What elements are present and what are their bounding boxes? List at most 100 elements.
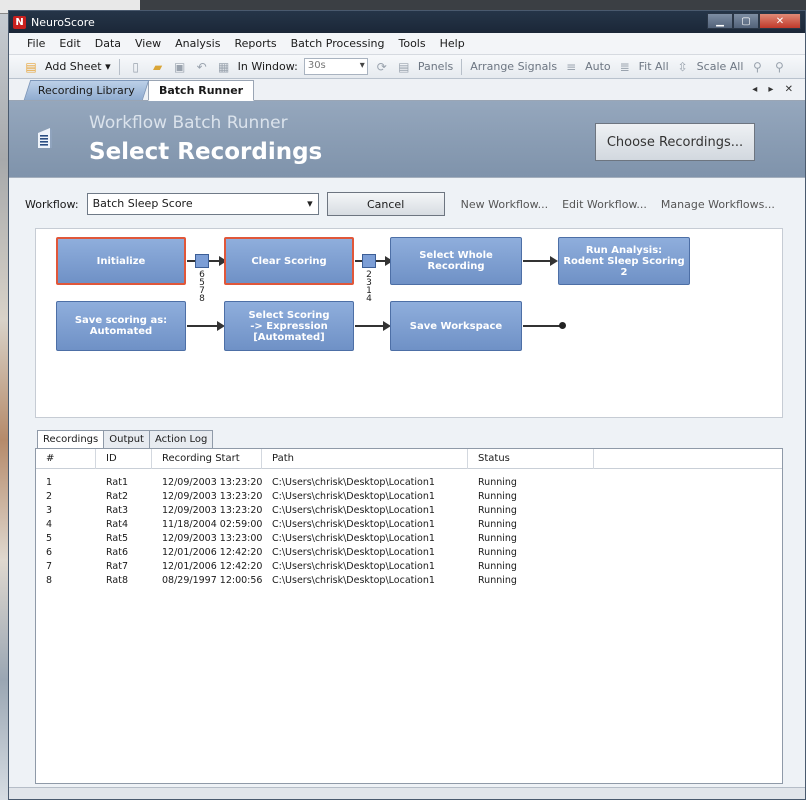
node-select-whole-recording[interactable]: Select Whole Recording bbox=[390, 237, 522, 285]
node-clear-scoring[interactable]: Clear Scoring bbox=[224, 237, 354, 285]
menu-bar: File Edit Data View Analysis Reports Bat… bbox=[9, 33, 805, 55]
cell-number: 3 bbox=[46, 504, 53, 516]
auto-icon[interactable]: ≡ bbox=[563, 59, 579, 75]
scale-all-icon[interactable]: ⇳ bbox=[675, 59, 691, 75]
cell-number: 6 bbox=[46, 546, 53, 558]
table-body: 1 Rat1 12/09/2003 13:23:20 C:\Users\chrisk\… bbox=[36, 469, 782, 587]
cancel-button[interactable]: Cancel bbox=[326, 192, 445, 216]
menu-data[interactable]: Data bbox=[95, 37, 121, 50]
auto-button[interactable]: Auto bbox=[585, 60, 611, 73]
node-save-workspace[interactable]: Save Workspace bbox=[390, 301, 522, 351]
tab-recordings[interactable]: Recordings bbox=[37, 430, 105, 449]
table-row[interactable]: 5 Rat5 12/09/2003 13:23:00 C:\Users\chrisk\… bbox=[36, 531, 782, 545]
table-row[interactable]: 4 Rat4 11/18/2004 02:59:00 C:\Users\chrisk\… bbox=[36, 517, 782, 531]
arrange-signals-button[interactable]: Arrange Signals bbox=[470, 60, 557, 73]
edit-workflow-link[interactable]: Edit Workflow... bbox=[562, 198, 647, 211]
cell-path: C:\Users\chrisk\Desktop\Location1 bbox=[272, 546, 435, 558]
port-label: 4 bbox=[366, 294, 372, 304]
column-header-path[interactable]: Path bbox=[262, 448, 468, 469]
column-header-id[interactable]: ID bbox=[96, 448, 152, 469]
cell-status: Running bbox=[478, 518, 517, 530]
binoculars-next-icon[interactable]: ⚲ bbox=[771, 59, 787, 75]
choose-recordings-button[interactable]: Choose Recordings... bbox=[595, 123, 755, 161]
minimize-icon[interactable]: ▁ bbox=[707, 13, 733, 29]
column-header-number[interactable]: # bbox=[36, 448, 96, 469]
tab-recording-library-label: Recording Library bbox=[37, 84, 135, 97]
panels-button[interactable]: Panels bbox=[418, 60, 453, 73]
cell-status: Running bbox=[478, 574, 517, 586]
menu-analysis[interactable]: Analysis bbox=[175, 37, 220, 50]
cell-id: Rat7 bbox=[106, 560, 128, 572]
node-save-scoring[interactable]: Save scoring as: Automated bbox=[56, 301, 186, 351]
binoculars-icon[interactable]: ⚲ bbox=[749, 59, 765, 75]
menu-batch-processing[interactable]: Batch Processing bbox=[291, 37, 385, 50]
document-tabs: Recording Library Batch Runner ◂ ▸ ✕ bbox=[9, 79, 805, 101]
toolbar-separator bbox=[118, 58, 120, 75]
connector bbox=[187, 260, 195, 262]
refresh-icon[interactable]: ⟳ bbox=[374, 59, 390, 75]
new-workflow-link[interactable]: New Workflow... bbox=[461, 198, 548, 211]
cell-status: Running bbox=[478, 490, 517, 502]
cell-recording-start: 08/29/1997 12:00:56 bbox=[162, 574, 262, 586]
fit-all-button[interactable]: Fit All bbox=[639, 60, 669, 73]
tab-output[interactable]: Output bbox=[103, 430, 150, 449]
menu-help[interactable]: Help bbox=[440, 37, 465, 50]
table-row[interactable]: 6 Rat6 12/01/2006 12:42:20 C:\Users\chrisk\… bbox=[36, 545, 782, 559]
menu-edit[interactable]: Edit bbox=[59, 37, 80, 50]
node-initialize[interactable]: Initialize bbox=[56, 237, 186, 285]
fit-all-icon[interactable]: ≣ bbox=[617, 59, 633, 75]
menu-tools[interactable]: Tools bbox=[399, 37, 426, 50]
cell-status: Running bbox=[478, 560, 517, 572]
table-row[interactable]: 2 Rat2 12/09/2003 13:23:20 C:\Users\chrisk\… bbox=[36, 489, 782, 503]
node-save-scoring-line1: Save scoring as: bbox=[74, 315, 168, 326]
column-header-status[interactable]: Status bbox=[468, 448, 594, 469]
tab-action-log[interactable]: Action Log bbox=[148, 430, 214, 449]
in-window-select[interactable]: 30s bbox=[303, 58, 368, 75]
workflow-row: Workflow: Batch Sleep Score Cancel New W… bbox=[25, 192, 795, 216]
close-icon[interactable]: ✕ bbox=[759, 13, 801, 29]
add-sheet-button[interactable]: Add Sheet ▾ bbox=[45, 60, 111, 73]
in-window-label: In Window: bbox=[237, 60, 298, 73]
menu-reports[interactable]: Reports bbox=[234, 37, 276, 50]
cell-status: Running bbox=[478, 532, 517, 544]
edit-icon[interactable]: ▦ bbox=[216, 59, 232, 75]
open-folder-icon[interactable]: ▰ bbox=[150, 59, 166, 75]
node-run-analysis[interactable]: Run Analysis: Rodent Sleep Scoring 2 bbox=[558, 237, 690, 285]
workflow-label: Workflow: bbox=[25, 197, 79, 211]
tab-batch-runner[interactable]: Batch Runner bbox=[147, 80, 255, 101]
undo-icon[interactable]: ↶ bbox=[194, 59, 210, 75]
cell-id: Rat8 bbox=[106, 574, 128, 586]
node-port[interactable] bbox=[362, 254, 376, 268]
menu-file[interactable]: File bbox=[27, 37, 45, 50]
menu-view[interactable]: View bbox=[135, 37, 161, 50]
workflow-diagram: Initialize 6 5 7 8 Clear Scoring 2 3 1 4 bbox=[35, 228, 783, 418]
table-row[interactable]: 3 Rat3 12/09/2003 13:23:20 C:\Users\chrisk\… bbox=[36, 503, 782, 517]
table-row[interactable]: 8 Rat8 08/29/1997 12:00:56 C:\Users\chrisk\… bbox=[36, 573, 782, 587]
save-icon[interactable]: ▣ bbox=[172, 59, 188, 75]
port-label: 8 bbox=[199, 294, 205, 304]
new-document-icon[interactable]: ▯ bbox=[128, 59, 144, 75]
cell-path: C:\Users\chrisk\Desktop\Location1 bbox=[272, 490, 435, 502]
wizard-header: Workflow Batch Runner Select Recordings … bbox=[9, 101, 805, 177]
tab-recording-library[interactable]: Recording Library bbox=[23, 80, 150, 100]
node-port[interactable] bbox=[195, 254, 209, 268]
table-row[interactable]: 1 Rat1 12/09/2003 13:23:20 C:\Users\chrisk\… bbox=[36, 475, 782, 489]
cell-path: C:\Users\chrisk\Desktop\Location1 bbox=[272, 532, 435, 544]
table-row[interactable]: 7 Rat7 12/01/2006 12:42:20 C:\Users\chrisk\… bbox=[36, 559, 782, 573]
column-header-recording-start[interactable]: Recording Start bbox=[152, 448, 262, 469]
title-bar: N NeuroScore ▁ ▢ ✕ bbox=[9, 11, 805, 33]
maximize-icon[interactable]: ▢ bbox=[733, 13, 759, 29]
node-select-scoring[interactable]: Select Scoring -> Expression [Automated] bbox=[224, 301, 354, 351]
building-icon bbox=[38, 128, 52, 148]
workflow-select[interactable]: Batch Sleep Score bbox=[86, 193, 319, 215]
tab-nav-controls[interactable]: ◂ ▸ ✕ bbox=[752, 84, 797, 95]
scale-all-button[interactable]: Scale All bbox=[697, 60, 744, 73]
cell-number: 7 bbox=[46, 560, 53, 572]
window-controls: ▁ ▢ ✕ bbox=[707, 13, 801, 29]
connector bbox=[355, 325, 385, 327]
cell-id: Rat1 bbox=[106, 476, 128, 488]
manage-workflows-link[interactable]: Manage Workflows... bbox=[661, 198, 775, 211]
cell-number: 2 bbox=[46, 490, 53, 502]
panels-icon[interactable]: ▤ bbox=[396, 59, 412, 75]
cell-path: C:\Users\chrisk\Desktop\Location1 bbox=[272, 518, 435, 530]
